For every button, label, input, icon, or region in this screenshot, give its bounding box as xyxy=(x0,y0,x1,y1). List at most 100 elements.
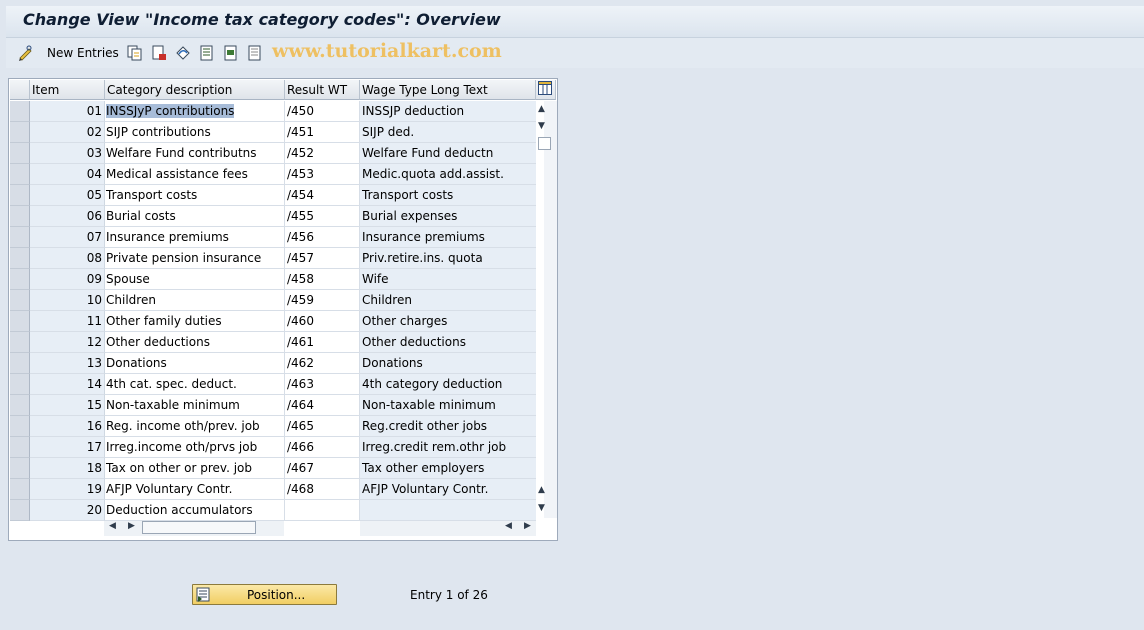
table-row[interactable]: 17 Irreg.income oth/prvs job/466 Irreg.cre… xyxy=(10,437,544,458)
category-description-cell[interactable]: Private pension insurance xyxy=(105,248,285,269)
vertical-scrollbar[interactable] xyxy=(544,101,557,518)
scroll-right-icon[interactable]: ▶ xyxy=(128,521,135,531)
result-wt-cell[interactable]: /461 xyxy=(285,332,360,353)
select-all-icon[interactable] xyxy=(199,45,215,61)
scroll-left-icon[interactable]: ◀ xyxy=(109,521,116,531)
category-description-cell[interactable]: AFJP Voluntary Contr. xyxy=(105,479,285,500)
row-selector[interactable] xyxy=(10,479,30,500)
table-row[interactable]: 18 Tax on other or prev. job/467 Tax other… xyxy=(10,458,544,479)
result-wt-cell[interactable]: /463 xyxy=(285,374,360,395)
result-wt-cell[interactable]: /459 xyxy=(285,290,360,311)
result-wt-cell[interactable]: /454 xyxy=(285,185,360,206)
scroll-down-icon[interactable]: ▼ xyxy=(538,503,545,513)
result-wt-cell[interactable]: /468 xyxy=(285,479,360,500)
row-selector[interactable] xyxy=(10,500,30,521)
table-row[interactable]: 03 Welfare Fund contributns/452 Welfare Fu… xyxy=(10,143,544,164)
category-description-cell[interactable]: Other deductions xyxy=(105,332,285,353)
row-selector[interactable] xyxy=(10,206,30,227)
row-selector[interactable] xyxy=(10,458,30,479)
horizontal-scroll-thumb[interactable] xyxy=(142,521,256,534)
table-row[interactable]: 07 Insurance premiums/456 Insurance premiu… xyxy=(10,227,544,248)
table-row[interactable]: 12 Other deductions/461 Other deductions xyxy=(10,332,544,353)
result-wt-cell[interactable]: /457 xyxy=(285,248,360,269)
category-description-cell[interactable]: Deduction accumulators xyxy=(105,500,285,521)
row-selector[interactable] xyxy=(10,437,30,458)
table-row[interactable]: 05 Transport costs/454 Transport costs xyxy=(10,185,544,206)
category-description-cell[interactable]: Spouse xyxy=(105,269,285,290)
scroll-left-icon-2[interactable]: ◀ xyxy=(505,521,512,531)
select-block-icon[interactable] xyxy=(223,45,239,61)
category-description-cell[interactable]: Medical assistance fees xyxy=(105,164,285,185)
result-wt-cell[interactable]: /458 xyxy=(285,269,360,290)
result-wt-cell[interactable]: /455 xyxy=(285,206,360,227)
row-selector[interactable] xyxy=(10,290,30,311)
table-row[interactable]: 14 4th cat. spec. deduct. /463 4th category… xyxy=(10,374,544,395)
row-selector[interactable] xyxy=(10,332,30,353)
table-row[interactable]: 15 Non-taxable minimum/464 Non-taxable min… xyxy=(10,395,544,416)
selection-column-header[interactable] xyxy=(10,80,30,100)
row-selector[interactable] xyxy=(10,311,30,332)
row-selector[interactable] xyxy=(10,185,30,206)
deselect-all-icon[interactable] xyxy=(247,45,263,61)
result-wt-cell[interactable]: /453 xyxy=(285,164,360,185)
category-description-cell[interactable]: Non-taxable minimum xyxy=(105,395,285,416)
result-wt-cell[interactable]: /465 xyxy=(285,416,360,437)
table-row[interactable]: 06 Burial costs/455 Burial expenses xyxy=(10,206,544,227)
table-row[interactable]: 20 Deduction accumulators xyxy=(10,500,544,521)
category-description-cell[interactable]: Irreg.income oth/prvs job xyxy=(105,437,285,458)
result-wt-cell[interactable]: /467 xyxy=(285,458,360,479)
header-result-wt[interactable]: Result WT xyxy=(285,80,360,100)
result-wt-cell[interactable]: /456 xyxy=(285,227,360,248)
table-row[interactable]: 10 Children/459 Children xyxy=(10,290,544,311)
row-selector[interactable] xyxy=(10,374,30,395)
category-description-cell[interactable]: Donations xyxy=(105,353,285,374)
result-wt-cell[interactable] xyxy=(285,500,360,521)
row-selector[interactable] xyxy=(10,122,30,143)
row-selector[interactable] xyxy=(10,101,30,122)
category-description-cell[interactable]: Other family duties xyxy=(105,311,285,332)
category-description-cell[interactable]: Children xyxy=(105,290,285,311)
scroll-up-icon[interactable]: ▲ xyxy=(538,104,545,114)
category-description-cell[interactable]: Reg. income oth/prev. job xyxy=(105,416,285,437)
table-row[interactable]: 19 AFJP Voluntary Contr./468 AFJP Voluntar… xyxy=(10,479,544,500)
table-row[interactable]: 16 Reg. income oth/prev. job/465 Reg.credi… xyxy=(10,416,544,437)
category-description-cell[interactable]: SIJP contributions xyxy=(105,122,285,143)
result-wt-cell[interactable]: /462 xyxy=(285,353,360,374)
result-wt-cell[interactable]: /466 xyxy=(285,437,360,458)
column-settings-icon[interactable] xyxy=(538,81,552,95)
table-row[interactable]: 02 SIJP contributions/451 SIJP ded. xyxy=(10,122,544,143)
vertical-scroll-thumb[interactable] xyxy=(538,137,551,150)
table-row[interactable]: 01 INSSJyP contributions/450 INSSJP deduct… xyxy=(10,101,544,122)
row-selector[interactable] xyxy=(10,143,30,164)
result-wt-cell[interactable]: /451 xyxy=(285,122,360,143)
category-description-cell[interactable]: Tax on other or prev. job xyxy=(105,458,285,479)
category-description-cell[interactable]: Transport costs xyxy=(105,185,285,206)
result-wt-cell[interactable]: /452 xyxy=(285,143,360,164)
category-description-cell[interactable]: INSSJyP contributions xyxy=(105,101,285,122)
table-row[interactable]: 13 Donations/462 Donations xyxy=(10,353,544,374)
category-description-cell[interactable]: Insurance premiums xyxy=(105,227,285,248)
header-item[interactable]: Item xyxy=(30,80,105,100)
category-description-cell[interactable]: 4th cat. spec. deduct. xyxy=(105,374,285,395)
delete-icon[interactable] xyxy=(151,45,167,61)
row-selector[interactable] xyxy=(10,395,30,416)
copy-icon[interactable] xyxy=(127,45,143,61)
category-description-cell[interactable]: Welfare Fund contributns xyxy=(105,143,285,164)
scroll-right-icon-2[interactable]: ▶ xyxy=(524,521,531,531)
result-wt-cell[interactable]: /460 xyxy=(285,311,360,332)
edit-glasses-icon[interactable] xyxy=(18,45,34,61)
undo-icon[interactable] xyxy=(175,45,191,61)
scroll-page-up-icon[interactable]: ▲ xyxy=(538,485,545,495)
row-selector[interactable] xyxy=(10,416,30,437)
row-selector[interactable] xyxy=(10,269,30,290)
category-description-cell[interactable]: Burial costs xyxy=(105,206,285,227)
row-selector[interactable] xyxy=(10,353,30,374)
row-selector[interactable] xyxy=(10,164,30,185)
table-row[interactable]: 08 Private pension insurance/457 Priv.reti… xyxy=(10,248,544,269)
header-category-description[interactable]: Category description xyxy=(105,80,285,100)
table-row[interactable]: 11 Other family duties/460 Other charges xyxy=(10,311,544,332)
table-row[interactable]: 04 Medical assistance fees/453 Medic.quota… xyxy=(10,164,544,185)
row-selector[interactable] xyxy=(10,248,30,269)
result-wt-cell[interactable]: /450 xyxy=(285,101,360,122)
result-wt-cell[interactable]: /464 xyxy=(285,395,360,416)
